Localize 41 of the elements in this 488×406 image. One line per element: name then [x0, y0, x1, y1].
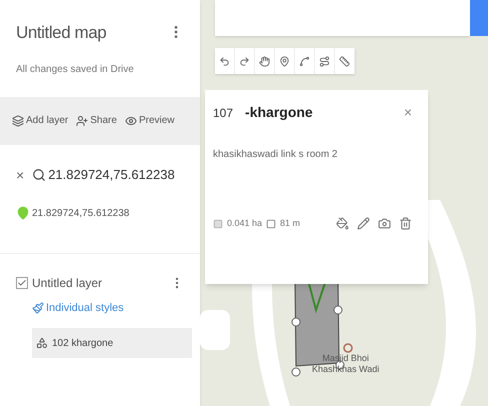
feature-number: 107: [213, 105, 234, 122]
feature-description: khasikhaswadi link s room 2: [213, 148, 338, 162]
edit-icon[interactable]: [357, 217, 370, 230]
close-search-button[interactable]: ×: [16, 164, 24, 186]
search-query: 21.829724,75.612238: [48, 166, 175, 184]
marker-icon: [16, 206, 30, 220]
line-icon: [299, 56, 310, 66]
close-button[interactable]: ×: [404, 102, 412, 123]
share-icon: [76, 114, 88, 126]
perimeter-value: 81 m: [280, 217, 300, 230]
map-title[interactable]: Untitled map: [16, 20, 106, 46]
layer-name[interactable]: Untitled layer: [32, 274, 102, 292]
map-label: Khashkhas Wadi: [312, 364, 380, 376]
ruler-icon: [339, 56, 350, 66]
action-button[interactable]: Preview: [124, 113, 175, 128]
layer-checkbox[interactable]: [16, 276, 28, 288]
search-icon: [32, 168, 46, 182]
delete-icon[interactable]: [399, 217, 412, 230]
route-icon: [319, 56, 330, 66]
redo-icon: [239, 56, 250, 66]
brush-icon: [32, 302, 44, 314]
feature-title: -khargone: [245, 103, 313, 122]
style-link[interactable]: Individual styles: [46, 300, 124, 316]
marker-icon: [279, 56, 290, 66]
area-value: 0.041 ha: [227, 217, 262, 230]
preview-icon: [124, 114, 137, 126]
action-button[interactable]: Add layer: [12, 113, 68, 128]
add-layer-icon: [12, 114, 24, 126]
feature-label: 102 khargone: [52, 336, 114, 350]
perimeter-icon: [266, 218, 276, 229]
hand-icon: [259, 56, 270, 66]
undo-icon: [219, 56, 230, 66]
area-icon: [213, 218, 223, 229]
paint-bucket-icon[interactable]: [336, 217, 349, 230]
feature-item[interactable]: 102 khargone: [32, 328, 192, 358]
polygon-icon: [36, 337, 48, 349]
search-result[interactable]: 21.829724,75.612238: [32, 206, 130, 220]
save-status: All changes saved in Drive: [15, 62, 135, 76]
search-field[interactable]: [215, 0, 470, 36]
camera-icon[interactable]: [378, 217, 391, 230]
action-button[interactable]: Share: [76, 113, 117, 128]
